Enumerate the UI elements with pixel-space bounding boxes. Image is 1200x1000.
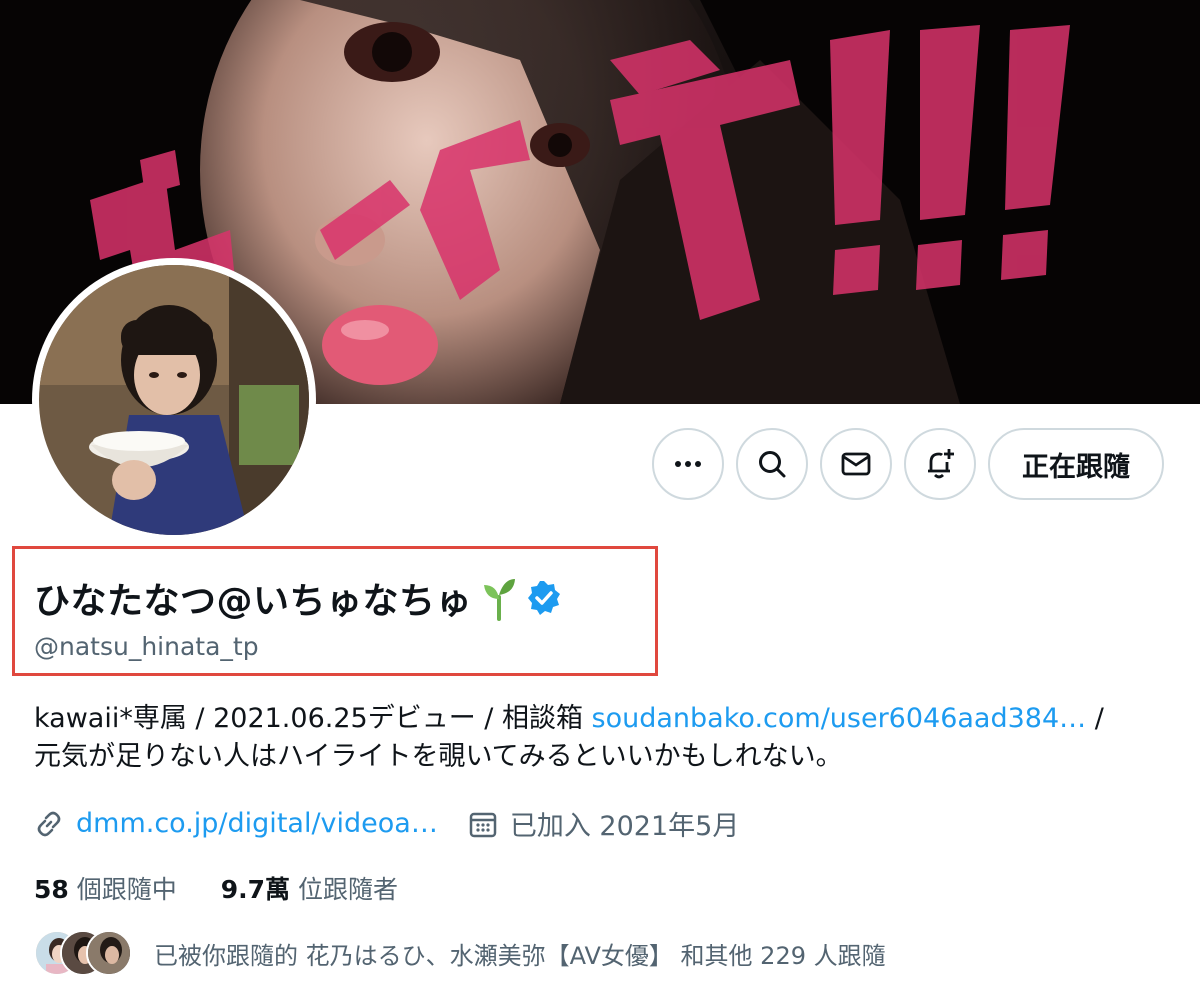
mutual-avatars bbox=[34, 930, 134, 976]
search-button[interactable] bbox=[736, 428, 808, 500]
followers-you-know-text: 已被你跟隨的 花乃はるひ、水瀬美弥【AV女優】 和其他 229 人跟隨 bbox=[154, 941, 886, 970]
user-handle: @natsu_hinata_tp bbox=[34, 632, 259, 661]
link-icon bbox=[37, 811, 61, 836]
bio-line-1: kawaii*専属 / 2021.06.25デビュー / 相談箱 soudanb… bbox=[34, 700, 1174, 738]
notifications-button[interactable] bbox=[904, 428, 976, 500]
bio-suffix: / bbox=[1086, 703, 1104, 734]
search-icon bbox=[759, 451, 786, 478]
verified-badge-icon[interactable] bbox=[526, 580, 562, 616]
following-count-label: 個跟隨中 bbox=[68, 875, 177, 904]
website-link[interactable]: dmm.co.jp/digital/videoa… bbox=[76, 808, 438, 839]
profile-meta: dmm.co.jp/digital/videoa… 已加入 2021年5月 bbox=[34, 804, 769, 843]
display-name: ひなたなつ@いちゅなちゅ bbox=[34, 572, 562, 624]
following-count-number: 58 bbox=[34, 875, 69, 904]
bio-prefix: kawaii*専属 / 2021.06.25デビュー / 相談箱 bbox=[34, 703, 592, 734]
follow-counts: 58 個跟隨中 9.7萬 位跟隨者 bbox=[34, 870, 442, 906]
bell-plus-icon bbox=[928, 449, 954, 479]
mail-icon bbox=[841, 452, 871, 476]
more-button[interactable] bbox=[652, 428, 724, 500]
display-name-text: ひなたなつ@いちゅなちゅ bbox=[34, 581, 473, 622]
followers-count-number: 9.7萬 bbox=[220, 875, 291, 904]
avatar-image bbox=[39, 265, 309, 535]
website-item: dmm.co.jp/digital/videoa… bbox=[34, 808, 438, 839]
more-icon bbox=[675, 461, 701, 467]
bio-line-2: 元気が足りない人はハイライトを覗いてみるといいかもしれない。 bbox=[34, 741, 843, 772]
profile-bio: kawaii*専属 / 2021.06.25デビュー / 相談箱 soudanb… bbox=[34, 700, 1174, 776]
followers-count[interactable]: 9.7萬 位跟隨者 bbox=[221, 870, 398, 906]
sprout-icon bbox=[484, 579, 516, 621]
followers-count-label: 位跟隨者 bbox=[290, 875, 398, 904]
mutual-avatar bbox=[86, 930, 132, 976]
joined-date: 已加入 2021年5月 bbox=[509, 811, 740, 842]
following-count[interactable]: 58 個跟隨中 bbox=[34, 870, 177, 906]
bio-link[interactable]: soudanbako.com/user6046aad384… bbox=[592, 703, 1087, 734]
followers-you-know[interactable]: 已被你跟隨的 花乃はるひ、水瀬美弥【AV女優】 和其他 229 人跟隨 bbox=[34, 930, 886, 976]
profile-avatar[interactable] bbox=[32, 258, 316, 542]
profile-actions: 正在跟隨 bbox=[652, 428, 1164, 500]
calendar-icon bbox=[469, 812, 497, 837]
joined-item: 已加入 2021年5月 bbox=[468, 804, 739, 843]
following-button[interactable]: 正在跟隨 bbox=[988, 428, 1164, 500]
message-button[interactable] bbox=[820, 428, 892, 500]
